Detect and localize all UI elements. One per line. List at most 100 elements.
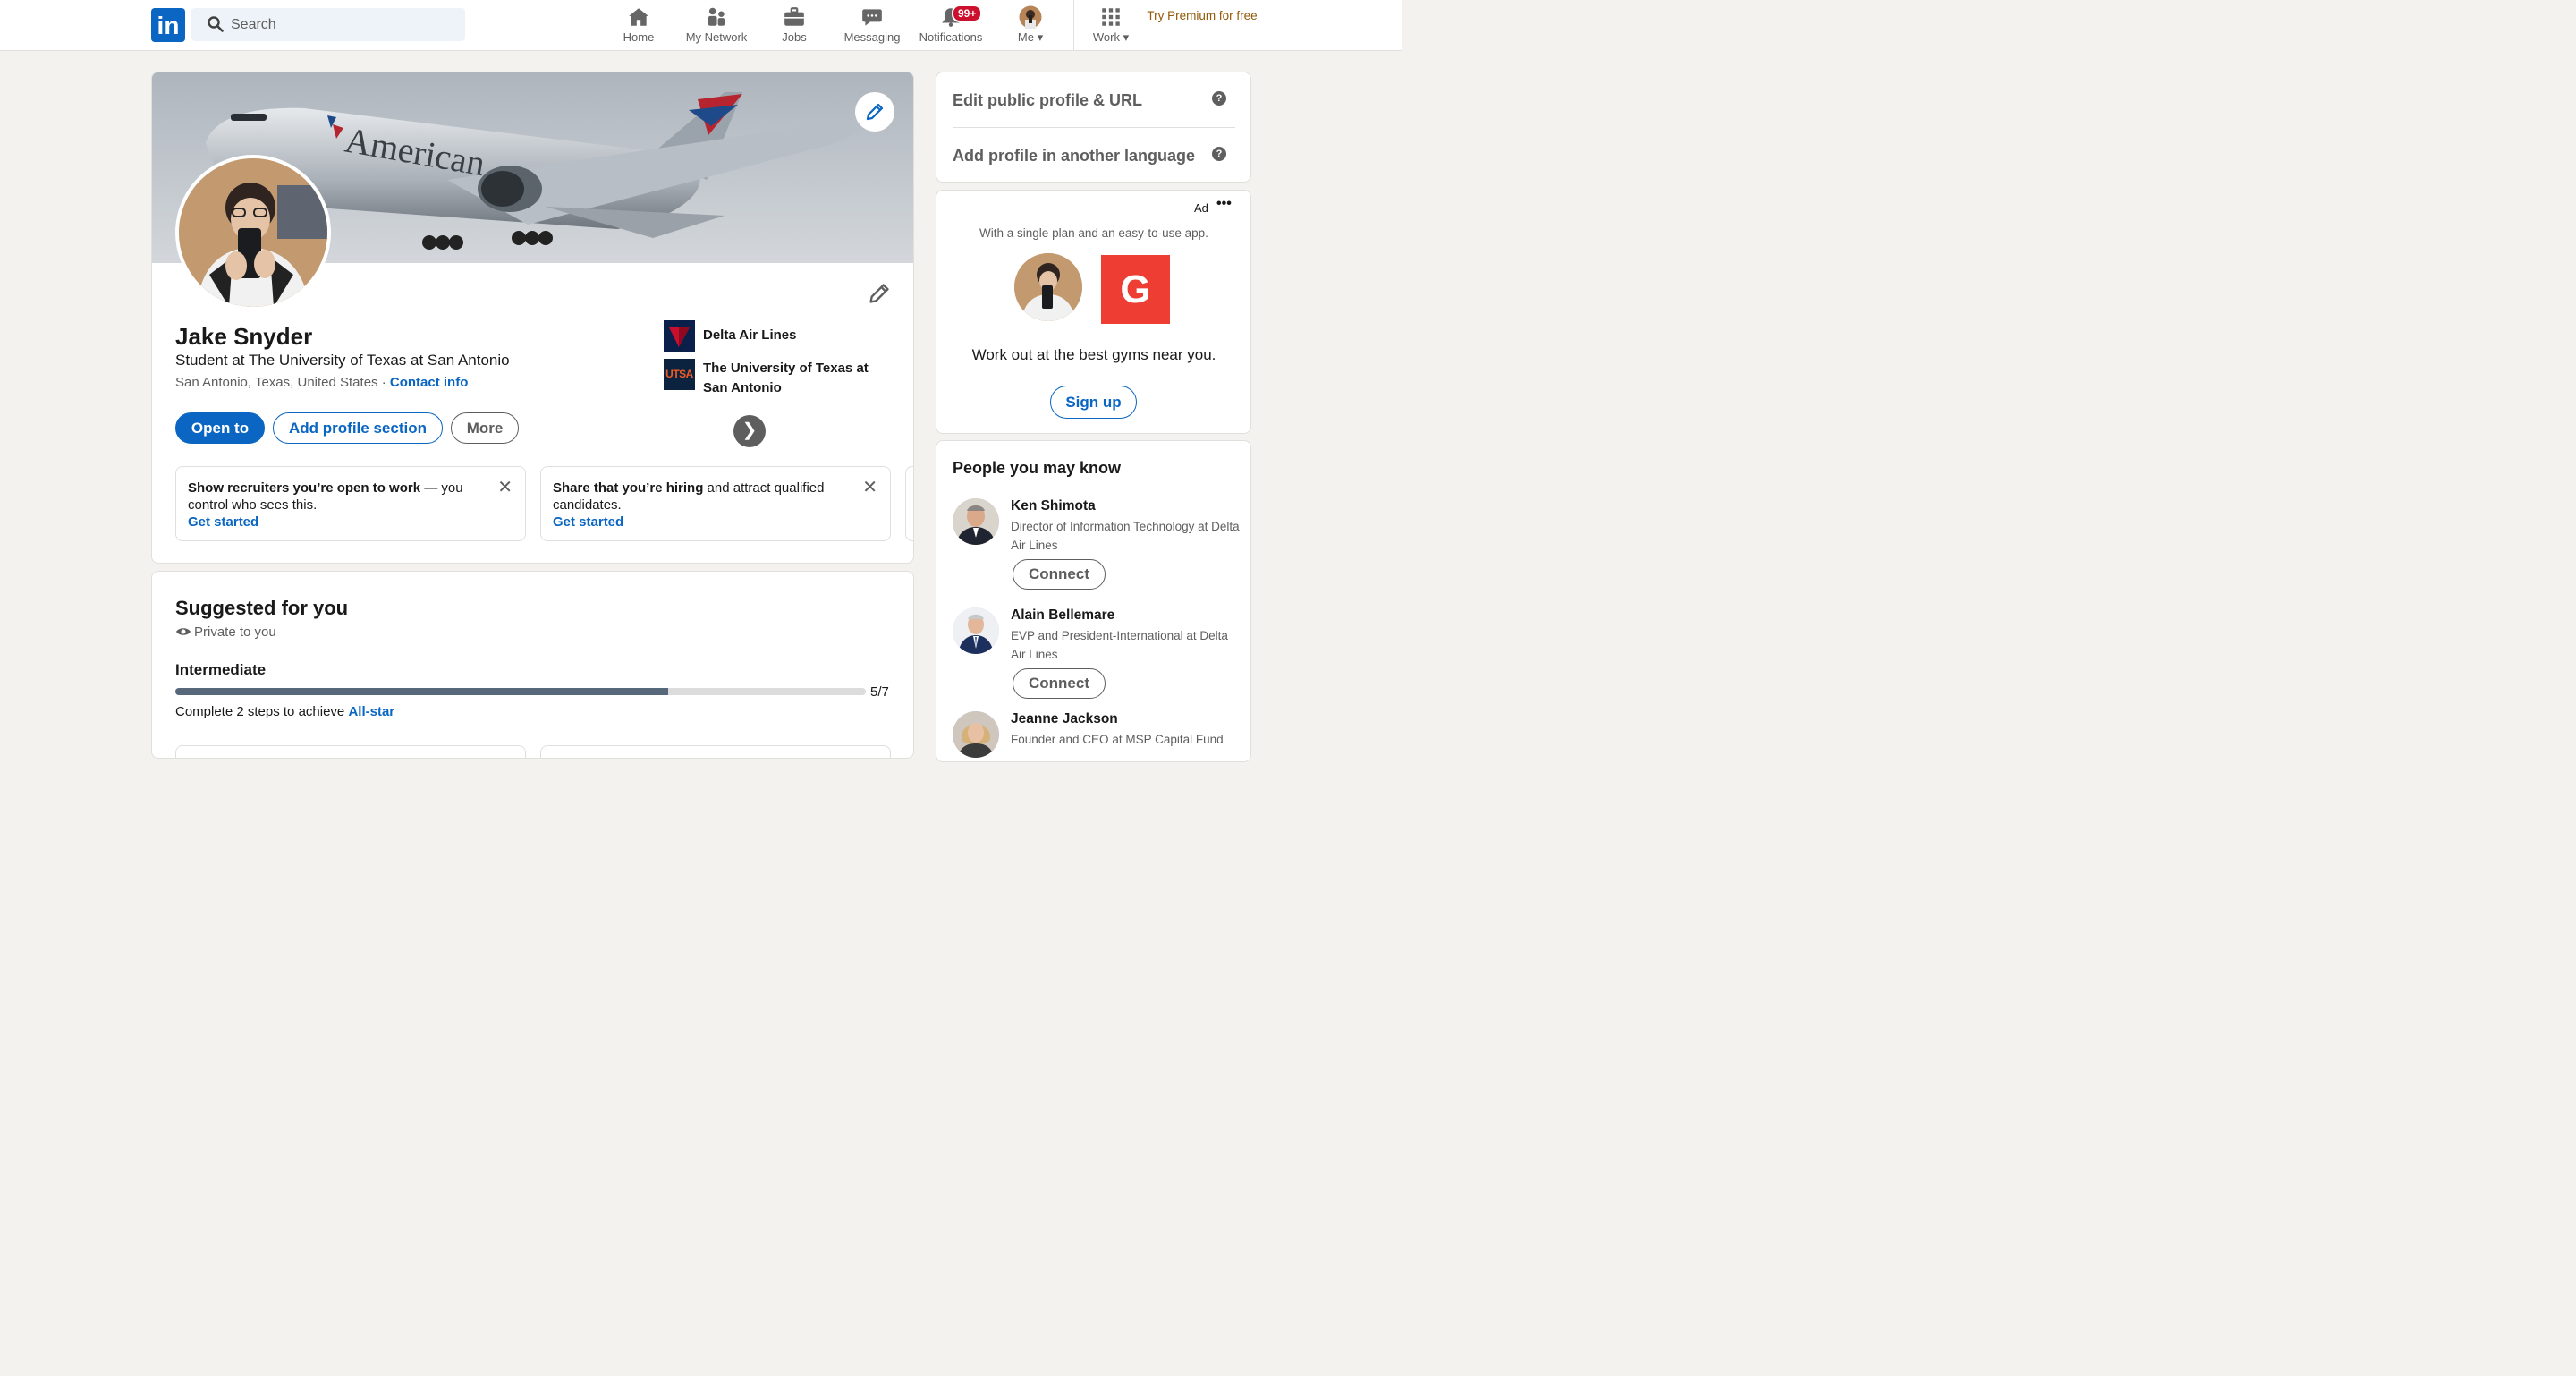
org-item[interactable]: Delta Air Lines: [664, 320, 896, 352]
more-button[interactable]: More: [451, 412, 519, 444]
add-profile-section-button[interactable]: Add profile section: [273, 412, 443, 444]
nav-home[interactable]: Home: [617, 5, 660, 47]
person-role: Director of Information Technology at De…: [1011, 520, 1240, 552]
profile-strength-level: Intermediate: [175, 661, 267, 678]
profile-photo[interactable]: [175, 155, 331, 310]
person-role: EVP and President-International at Delta…: [1011, 629, 1228, 661]
profile-links-card: Edit public profile & URL ? Add profile …: [936, 72, 1251, 183]
eye-icon: [176, 628, 191, 635]
nav-jobs-label: Jobs: [782, 30, 807, 44]
promo-bold-text: Show recruiters you’re open to work: [188, 480, 421, 496]
org-item[interactable]: UTSA The University of Texas at San Anto…: [664, 359, 896, 398]
suggestion-card: [540, 745, 891, 758]
people-you-may-know-card: People you may know Ken Shimota Director…: [936, 440, 1251, 762]
profile-headline: Student at The University of Texas at Sa…: [175, 352, 510, 369]
network-icon: [708, 7, 725, 26]
person-name[interactable]: Alain Bellemare: [1011, 607, 1114, 624]
nav-messaging[interactable]: Messaging: [841, 5, 903, 47]
add-language-profile-link[interactable]: Add profile in another language: [953, 147, 1195, 166]
profile-location-row: San Antonio, Texas, United States · Cont…: [175, 375, 469, 390]
notification-badge: 99+: [952, 4, 983, 22]
nav-work[interactable]: Work ▾: [1086, 5, 1136, 47]
grid-icon: [1102, 8, 1120, 26]
person-name[interactable]: Jeanne Jackson: [1011, 711, 1118, 727]
person-name[interactable]: Ken Shimota: [1011, 498, 1096, 514]
person-photo: [953, 711, 999, 758]
hiring-promo: Share that you’re hiring and attract qua…: [540, 466, 891, 541]
nav-work-label: Work: [1092, 30, 1120, 44]
suggested-card: Suggested for you Private to you Interme…: [151, 571, 914, 759]
pymk-title: People you may know: [953, 459, 1122, 477]
ad-card: Ad ••• With a single plan and an easy-to…: [936, 190, 1251, 434]
profile-name: Jake Snyder: [175, 323, 313, 350]
next-promo-edge: [905, 466, 913, 541]
nav-my-network-label: My Network: [685, 30, 748, 44]
close-icon[interactable]: ✕: [497, 479, 513, 497]
profile-strength-count: 5/7: [870, 684, 889, 700]
profile-strength-bar: [175, 688, 866, 695]
chat-icon: [862, 9, 882, 26]
briefcase-icon: [784, 7, 804, 26]
nav-divider: [1073, 0, 1074, 51]
profile-strength-fill: [175, 688, 669, 695]
carousel-next-button[interactable]: ❯: [733, 415, 766, 447]
nav-me-label: Me: [1017, 30, 1034, 44]
pencil-icon: [866, 103, 884, 121]
sign-up-button[interactable]: Sign up: [1050, 386, 1137, 419]
ad-tagline: Work out at the best gyms near you.: [971, 346, 1216, 363]
linkedin-logo-icon[interactable]: in: [151, 8, 185, 42]
chevron-down-icon: ▾: [1037, 30, 1044, 44]
suggested-title: Suggested for you: [175, 597, 349, 619]
search-icon: [208, 16, 224, 32]
nav-notifications-label: Notifications: [919, 30, 983, 44]
edit-public-profile-link[interactable]: Edit public profile & URL: [953, 91, 1142, 110]
avatar[interactable]: [953, 607, 999, 654]
connect-button[interactable]: Connect: [1013, 559, 1106, 590]
privacy-text: Private to you: [194, 624, 276, 640]
nav-jobs[interactable]: Jobs: [773, 5, 816, 47]
chevron-down-icon: ▾: [1123, 30, 1130, 44]
profile-location: San Antonio, Texas, United States: [175, 375, 378, 390]
get-started-link[interactable]: Get started: [188, 514, 489, 531]
avatar[interactable]: [953, 498, 999, 545]
me-avatar-icon: [1019, 5, 1042, 29]
promo-bold-text: Share that you’re hiring: [553, 480, 704, 496]
try-premium-link[interactable]: Try Premium for free: [1145, 7, 1259, 25]
help-icon[interactable]: ?: [1212, 147, 1226, 161]
divider: [953, 127, 1235, 128]
person-photo: [953, 607, 999, 654]
top-nav: in Home My Network Jobs Messaging Notifi…: [0, 0, 1402, 51]
person-role: Founder and CEO at MSP Capital Fund: [1011, 733, 1224, 746]
edit-banner-button[interactable]: [855, 92, 894, 132]
utsa-logo: UTSA: [664, 359, 695, 390]
ad-user-avatar: [1014, 253, 1082, 321]
nav-me[interactable]: Me ▾: [1009, 5, 1052, 47]
org-name: The University of Texas at San Antonio: [703, 361, 869, 395]
profile-card: American Jake Snyder Student at The Univ…: [151, 72, 914, 564]
help-icon[interactable]: ?: [1212, 91, 1226, 106]
get-started-link[interactable]: Get started: [553, 514, 854, 531]
all-star-link[interactable]: All-star: [348, 704, 394, 719]
close-icon[interactable]: ✕: [862, 479, 877, 497]
home-icon: [629, 8, 648, 26]
privacy-note: Private to you: [175, 624, 276, 640]
more-options-icon[interactable]: •••: [1216, 196, 1232, 212]
nav-messaging-label: Messaging: [843, 30, 901, 44]
open-to-work-promo: Show recruiters you’re open to work — yo…: [175, 466, 526, 541]
ad-description: With a single plan and an easy-to-use ap…: [979, 226, 1208, 240]
ad-user-photo: [1014, 253, 1082, 321]
edit-intro-pencil-icon[interactable]: [868, 282, 891, 305]
chevron-right-icon: ❯: [741, 420, 758, 440]
search-input[interactable]: [231, 8, 454, 41]
nav-my-network[interactable]: My Network: [680, 5, 753, 47]
avatar[interactable]: [953, 711, 999, 758]
steps-text: Complete 2 steps to achieve All-star: [175, 704, 394, 719]
delta-logo: [664, 320, 695, 352]
connect-button[interactable]: Connect: [1013, 668, 1106, 699]
org-name: Delta Air Lines: [703, 327, 797, 343]
search-box[interactable]: [191, 8, 465, 41]
contact-info-link[interactable]: Contact info: [390, 375, 469, 390]
ad-label: Ad: [1194, 201, 1208, 215]
nav-notifications[interactable]: Notifications 99+: [914, 4, 987, 47]
open-to-button[interactable]: Open to: [175, 412, 265, 444]
